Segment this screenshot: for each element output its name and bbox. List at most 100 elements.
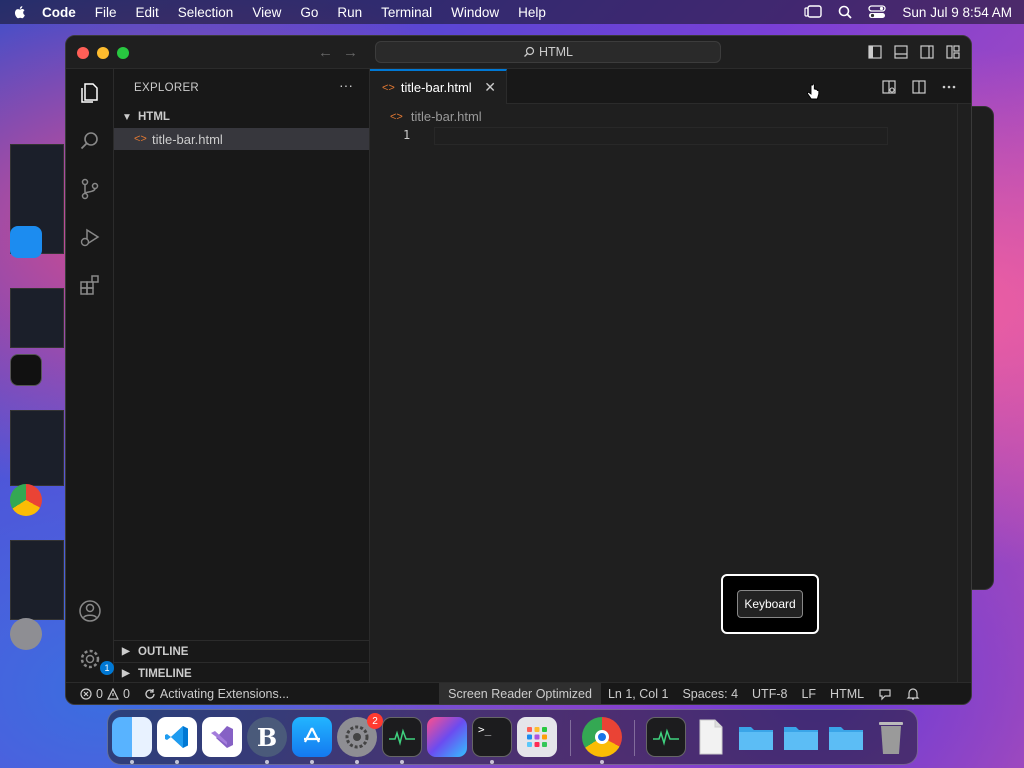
trash-icon[interactable] bbox=[871, 717, 911, 757]
eol-status[interactable]: LF bbox=[794, 683, 823, 705]
cursor-position-status[interactable]: Ln 1, Col 1 bbox=[601, 683, 675, 705]
vscode-dock-icon[interactable] bbox=[157, 717, 197, 757]
go-forward-icon[interactable]: → bbox=[343, 44, 358, 61]
manage-settings-icon[interactable]: 1 bbox=[78, 647, 114, 675]
menu-help[interactable]: Help bbox=[518, 5, 546, 20]
editor-tab-active[interactable]: <> title-bar.html ✕ bbox=[370, 69, 507, 104]
activity-monitor-window-icon[interactable] bbox=[646, 717, 686, 757]
downloads-folder-icon[interactable] bbox=[781, 717, 821, 757]
folder-icon[interactable] bbox=[736, 717, 776, 757]
dock-separator bbox=[634, 720, 635, 756]
outline-section[interactable]: ▶ OUTLINE bbox=[114, 640, 369, 662]
stage-window-thumbnail[interactable] bbox=[10, 540, 64, 620]
keyboard-button[interactable]: Keyboard bbox=[737, 590, 803, 618]
screen-reader-status[interactable]: Screen Reader Optimized bbox=[439, 682, 601, 704]
toggle-primary-sidebar-icon[interactable] bbox=[867, 44, 883, 60]
accounts-icon[interactable] bbox=[78, 599, 102, 623]
toggle-panel-icon[interactable] bbox=[893, 44, 909, 60]
stage-manager-icon[interactable] bbox=[804, 5, 823, 19]
timeline-label: TIMELINE bbox=[138, 667, 192, 680]
stage-window-thumbnail[interactable] bbox=[10, 410, 64, 486]
error-icon bbox=[80, 687, 92, 700]
finder-icon[interactable] bbox=[112, 717, 152, 757]
app-store-stage-icon[interactable] bbox=[10, 226, 42, 258]
menu-go[interactable]: Go bbox=[300, 5, 318, 20]
settings-notification-badge: 2 bbox=[367, 713, 383, 729]
terminal-stage-icon[interactable] bbox=[10, 354, 42, 386]
close-tab-icon[interactable]: ✕ bbox=[484, 79, 496, 96]
encoding-status[interactable]: UTF-8 bbox=[745, 683, 794, 705]
maximize-window-button[interactable] bbox=[117, 47, 129, 59]
bbedit-icon[interactable]: B bbox=[247, 717, 287, 757]
chevron-right-icon: ▶ bbox=[122, 668, 130, 679]
chrome-stage-icon[interactable] bbox=[10, 484, 42, 516]
system-settings-icon[interactable]: 2 bbox=[337, 713, 383, 757]
activity-label: Activating Extensions... bbox=[159, 686, 290, 701]
language-mode-status[interactable]: HTML bbox=[823, 683, 871, 705]
launchpad-icon[interactable] bbox=[517, 717, 557, 757]
spotlight-search-icon[interactable] bbox=[838, 5, 853, 19]
visual-studio-icon[interactable] bbox=[202, 717, 242, 757]
close-window-button[interactable] bbox=[77, 47, 89, 59]
timeline-section[interactable]: ▶ TIMELINE bbox=[114, 662, 369, 684]
extension-activation-status[interactable]: Activating Extensions... bbox=[137, 683, 296, 705]
dock: B 2 >_ bbox=[107, 709, 918, 765]
extensions-icon[interactable] bbox=[78, 273, 102, 297]
line-number: 1 bbox=[403, 128, 411, 142]
menu-terminal[interactable]: Terminal bbox=[381, 5, 432, 20]
menu-window[interactable]: Window bbox=[451, 5, 499, 20]
open-preview-icon[interactable] bbox=[881, 79, 897, 95]
control-center-icon[interactable] bbox=[868, 5, 887, 19]
notifications-bell-icon[interactable] bbox=[899, 683, 927, 705]
breadcrumb[interactable]: <> title-bar.html bbox=[390, 109, 482, 124]
settings-stage-icon[interactable] bbox=[10, 618, 42, 650]
chevron-down-icon: ▼ bbox=[122, 111, 132, 123]
running-indicator bbox=[175, 760, 179, 764]
apple-menu-icon[interactable] bbox=[12, 4, 28, 20]
activity-monitor-icon[interactable] bbox=[382, 717, 422, 757]
chrome-icon[interactable] bbox=[582, 717, 622, 757]
status-bar: 0 0 Activating Extensions... Screen Read… bbox=[66, 682, 971, 704]
workspace-folder[interactable]: ▼ HTML bbox=[114, 106, 369, 128]
toggle-secondary-sidebar-icon[interactable] bbox=[919, 44, 935, 60]
explorer-icon[interactable] bbox=[78, 81, 102, 105]
search-icon bbox=[524, 46, 535, 57]
customize-layout-icon[interactable] bbox=[945, 44, 961, 60]
running-indicator bbox=[400, 760, 404, 764]
search-icon[interactable] bbox=[78, 129, 102, 153]
app-store-icon[interactable] bbox=[292, 717, 332, 757]
editor-actions bbox=[881, 79, 957, 95]
file-label: title-bar.html bbox=[152, 131, 223, 147]
source-control-icon[interactable] bbox=[78, 177, 102, 201]
more-actions-icon[interactable]: ··· bbox=[339, 77, 353, 93]
file-tree-item[interactable]: <> title-bar.html bbox=[114, 128, 369, 150]
go-back-icon[interactable]: ← bbox=[318, 44, 333, 61]
menu-selection[interactable]: Selection bbox=[178, 5, 234, 20]
menu-edit[interactable]: Edit bbox=[136, 5, 159, 20]
menu-file[interactable]: File bbox=[95, 5, 117, 20]
warning-count: 0 bbox=[122, 686, 130, 701]
menu-run[interactable]: Run bbox=[337, 5, 362, 20]
running-indicator bbox=[265, 760, 269, 764]
title-bar: ← → HTML bbox=[66, 36, 971, 69]
menu-view[interactable]: View bbox=[252, 5, 281, 20]
command-center[interactable]: HTML bbox=[375, 41, 721, 63]
split-editor-icon[interactable] bbox=[911, 79, 927, 95]
vscode-window: ← → HTML 1 EXPLORER ··· ▼ HTML <> title-… bbox=[65, 35, 972, 705]
feedback-icon[interactable] bbox=[871, 683, 899, 705]
shortcuts-icon[interactable] bbox=[427, 717, 467, 757]
menubar-clock[interactable]: Sun Jul 9 8:54 AM bbox=[902, 5, 1012, 20]
more-actions-icon[interactable] bbox=[941, 79, 957, 95]
stack-folder-icon[interactable] bbox=[826, 717, 866, 757]
editor-text-area[interactable] bbox=[434, 127, 888, 145]
minimize-window-button[interactable] bbox=[97, 47, 109, 59]
menu-app-name[interactable]: Code bbox=[42, 5, 76, 20]
nav-arrows: ← → bbox=[318, 44, 358, 61]
problems-status[interactable]: 0 0 bbox=[66, 683, 137, 705]
stage-window-thumbnail[interactable] bbox=[10, 288, 64, 348]
indentation-status[interactable]: Spaces: 4 bbox=[675, 683, 745, 705]
terminal-icon[interactable]: >_ bbox=[472, 717, 512, 757]
run-and-debug-icon[interactable] bbox=[78, 225, 102, 249]
document-icon[interactable] bbox=[691, 717, 731, 757]
editor-scrollbar[interactable] bbox=[957, 104, 971, 682]
